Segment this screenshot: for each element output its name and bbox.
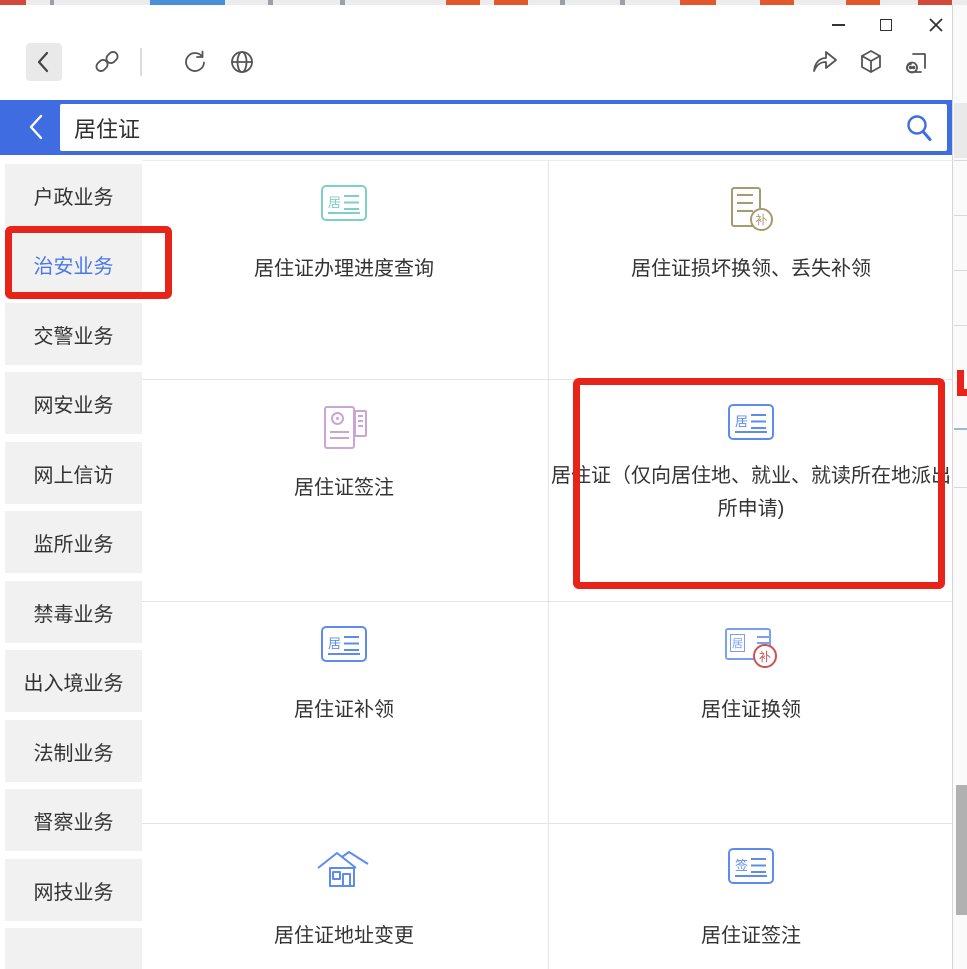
residence-card-icon: 居 [321, 185, 367, 221]
search-bar [0, 100, 952, 155]
icon-char: 签 [735, 855, 748, 874]
service-label: 居住证（仅向居住地、就业、就读所在地派出所申请) [549, 460, 953, 526]
sidebar-item-label: 出入境业务 [24, 667, 124, 696]
link-icon [93, 48, 121, 76]
share-icon [809, 47, 839, 77]
titlebar [0, 5, 952, 37]
service-card-renewal[interactable]: 居 补 居住证换领 [549, 602, 953, 823]
globe-button[interactable] [226, 46, 258, 78]
search-field [60, 104, 947, 151]
sidebar-item-label: 交警业务 [34, 320, 114, 349]
cube-icon [857, 48, 885, 76]
search-back-button[interactable] [22, 112, 52, 142]
search-input[interactable] [74, 104, 894, 151]
service-label: 居住证损坏换领、丢失补领 [557, 253, 945, 286]
service-label: 居住证换领 [557, 694, 945, 727]
document-badge-icon: 补 [729, 185, 773, 231]
services-grid: 居 居住证办理进度查询 补 居住证损坏换领、丢失补领 居住证签注 居 居住证（仅… [142, 160, 952, 969]
house-icon [316, 848, 372, 892]
sidebar-item-churujing[interactable]: 出入境业务 [5, 650, 142, 712]
chevron-left-icon [34, 50, 54, 74]
cube-button[interactable] [855, 46, 887, 78]
service-card-residence-permit-apply[interactable]: 居 居住证（仅向居住地、就业、就读所在地派出所申请) [549, 380, 953, 601]
refresh-icon [181, 48, 209, 76]
icon-char: 居 [328, 633, 341, 652]
residence-card-icon: 签 [728, 848, 774, 884]
minimize-icon [832, 24, 845, 26]
icon-char: 居 [328, 192, 341, 211]
sidebar-item-wangan[interactable]: 网安业务 [5, 372, 142, 434]
service-card-reissue[interactable]: 居 居住证补领 [142, 602, 546, 823]
globe-icon [228, 48, 256, 76]
sidebar-item-label: 法制业务 [34, 737, 114, 766]
sidebar-item-label: 监所业务 [34, 528, 114, 557]
card-badge-icon: 居 补 [725, 626, 777, 668]
sidebar-item-label: 户政业务 [34, 181, 114, 210]
link-button[interactable] [92, 47, 122, 77]
assistant-button[interactable] [901, 46, 933, 78]
sidebar-item-fazhi[interactable]: 法制业务 [5, 720, 142, 782]
sidebar-item-jindu[interactable]: 禁毒业务 [5, 581, 142, 643]
sidebar-item-partial[interactable] [5, 928, 142, 969]
service-label: 居住证办理进度查询 [150, 253, 538, 286]
service-label: 居住证地址变更 [150, 920, 538, 953]
annotation-fragment [957, 370, 967, 396]
service-label: 居住证签注 [150, 472, 538, 505]
browser-toolbar [0, 37, 952, 95]
sidebar-item-label: 网上信访 [34, 459, 114, 488]
service-card-endorsement-1[interactable]: 居住证签注 [142, 380, 546, 601]
sidebar-item-zhian[interactable]: 治安业务 [5, 233, 142, 295]
close-button[interactable] [921, 13, 951, 37]
service-card-endorsement-2[interactable]: 签 居住证签注 [549, 824, 953, 969]
maximize-icon [880, 19, 892, 31]
icon-badge-char: 补 [750, 208, 773, 231]
residence-card-icon: 居 [728, 404, 774, 440]
service-card-address-change[interactable]: 居住证地址变更 [142, 824, 546, 969]
share-button[interactable] [808, 46, 840, 78]
chevron-left-icon [26, 113, 48, 141]
sidebar-item-huzheng[interactable]: 户政业务 [5, 164, 142, 226]
sidebar-item-wangshangxinfang[interactable]: 网上信访 [5, 442, 142, 504]
sidebar-item-ducha[interactable]: 督察业务 [5, 789, 142, 851]
close-icon [928, 17, 944, 33]
refresh-button[interactable] [179, 46, 211, 78]
service-card-progress-query[interactable]: 居 居住证办理进度查询 [142, 161, 546, 379]
right-edge-sliver [952, 5, 967, 969]
service-label: 居住证补领 [150, 694, 538, 727]
sidebar-item-label: 督察业务 [34, 806, 114, 835]
sidebar-item-label: 禁毒业务 [34, 598, 114, 627]
sidebar-item-label: 治安业务 [34, 250, 114, 279]
scrollbar-thumb[interactable] [956, 785, 967, 915]
toolbar-divider [140, 48, 142, 76]
screen: 户政业务 治安业务 交警业务 网安业务 网上信访 监所业务 禁毒业务 出入境业务… [0, 0, 967, 969]
residence-card-icon: 居 [321, 626, 367, 662]
icon-char: 居 [735, 411, 748, 430]
minimize-button[interactable] [823, 13, 853, 37]
sidebar-item-wangji[interactable]: 网技业务 [5, 859, 142, 921]
sidebar-item-jiansuo[interactable]: 监所业务 [5, 511, 142, 573]
icon-badge-char: 补 [753, 644, 777, 668]
assistant-icon [903, 48, 931, 76]
sidebar-item-label: 网安业务 [34, 389, 114, 418]
service-label: 居住证签注 [557, 920, 945, 953]
icon-char: 居 [730, 634, 745, 652]
id-document-icon [321, 404, 367, 452]
sidebar-item-jiaojing[interactable]: 交警业务 [5, 303, 142, 365]
sidebar-item-label: 网技业务 [34, 876, 114, 905]
back-button[interactable] [26, 43, 62, 81]
maximize-button[interactable] [871, 13, 901, 37]
search-icon[interactable] [905, 114, 933, 147]
service-card-damaged-lost-reissue[interactable]: 补 居住证损坏换领、丢失补领 [549, 161, 953, 379]
